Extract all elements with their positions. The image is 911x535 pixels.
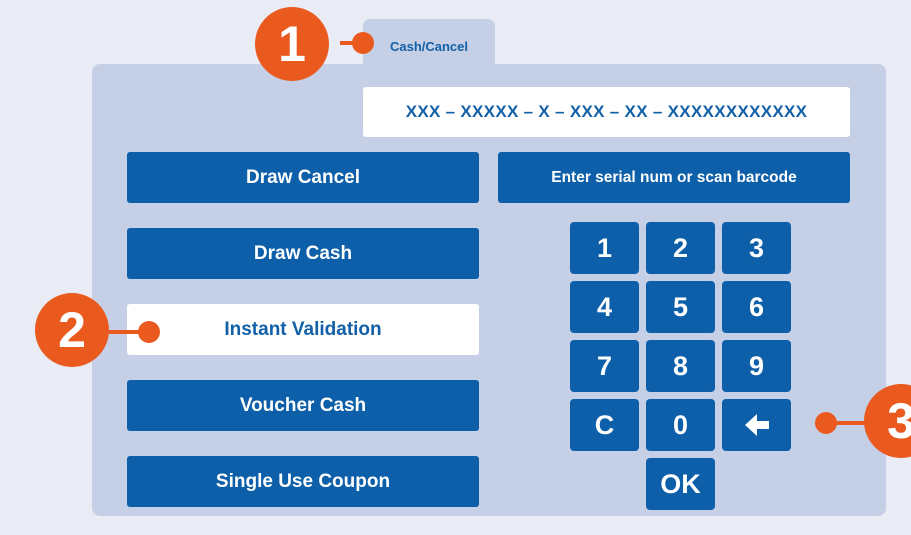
- keypad-key-7[interactable]: 7: [570, 340, 639, 392]
- keypad-key-2[interactable]: 2: [646, 222, 715, 274]
- tab-cash-cancel[interactable]: Cash/Cancel: [363, 19, 495, 69]
- keypad-key-5[interactable]: 5: [646, 281, 715, 333]
- keypad-key-6[interactable]: 6: [722, 281, 791, 333]
- callout-1-dot: [352, 32, 374, 54]
- draw-cash-button[interactable]: Draw Cash: [127, 228, 479, 279]
- single-use-coupon-button[interactable]: Single Use Coupon: [127, 456, 479, 507]
- enter-serial-button[interactable]: Enter serial num or scan barcode: [498, 152, 850, 203]
- keypad-key-0[interactable]: 0: [646, 399, 715, 451]
- keypad-key-8[interactable]: 8: [646, 340, 715, 392]
- callout-3-dot: [815, 412, 837, 434]
- keypad-ok-button[interactable]: OK: [646, 458, 715, 510]
- keypad-key-1[interactable]: 1: [570, 222, 639, 274]
- voucher-cash-button[interactable]: Voucher Cash: [127, 380, 479, 431]
- keypad-key-9[interactable]: 9: [722, 340, 791, 392]
- keypad-key-4[interactable]: 4: [570, 281, 639, 333]
- keypad-key-clear[interactable]: C: [570, 399, 639, 451]
- tab-label: Cash/Cancel: [389, 39, 469, 54]
- backspace-key[interactable]: [722, 399, 791, 451]
- draw-cancel-button[interactable]: Draw Cancel: [127, 152, 479, 203]
- arrow-left-icon: [744, 412, 770, 438]
- callout-1-badge: 1: [255, 7, 329, 81]
- keypad-key-3[interactable]: 3: [722, 222, 791, 274]
- callout-2-dot: [138, 321, 160, 343]
- callout-2-badge: 2: [35, 293, 109, 367]
- instant-validation-button[interactable]: Instant Validation: [127, 304, 479, 355]
- serial-number-field[interactable]: XXX – XXXXX – X – XXX – XX – XXXXXXXXXXX…: [363, 87, 850, 137]
